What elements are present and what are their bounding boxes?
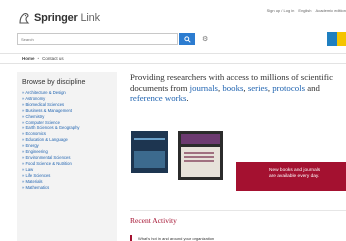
books-link[interactable]: books <box>222 83 243 93</box>
browse-sidebar: Browse by discipline » Architecture & De… <box>17 72 117 241</box>
banner-block-yellow <box>337 32 346 46</box>
search-input[interactable] <box>17 33 178 45</box>
sidebar-title: Browse by discipline <box>22 79 86 86</box>
language-link[interactable]: English <box>298 8 311 13</box>
breadcrumb: Home • Contact us <box>0 53 346 64</box>
springer-horse-icon <box>19 13 30 24</box>
new-content-promo[interactable]: New books and journals are available eve… <box>236 162 346 191</box>
gear-icon[interactable]: ⚙ <box>202 35 208 43</box>
cover-line <box>184 156 214 158</box>
main-content: Providing researchers with access to mil… <box>130 72 346 104</box>
search-button[interactable] <box>179 33 195 45</box>
series-link[interactable]: series <box>248 83 268 93</box>
tagline-period: . <box>186 93 189 103</box>
promo-line: are available every day. <box>269 174 320 179</box>
featured-book-cover[interactable] <box>131 131 168 173</box>
nav-home-link[interactable]: Home <box>22 56 35 61</box>
logo-brand: Springer <box>34 12 78 24</box>
top-links: Sign up / Log in English Academic editio… <box>267 8 346 13</box>
cover-image <box>134 151 165 168</box>
reference-works-link[interactable]: reference works <box>130 93 186 103</box>
recent-activity-section: Recent Activity What's hot in and around… <box>130 210 346 241</box>
recent-item-text: What's hot in and around your organizati… <box>138 236 215 241</box>
tagline: Providing researchers with access to mil… <box>130 72 346 104</box>
cover-decoration <box>134 138 165 140</box>
item-marker <box>130 235 132 241</box>
banner-block-blue <box>327 32 337 46</box>
cover-line <box>184 160 214 162</box>
springer-link-logo[interactable]: Springer Link <box>17 11 100 25</box>
nav-separator: • <box>37 56 40 61</box>
recent-activity-title: Recent Activity <box>130 216 177 225</box>
search-row: ⚙ <box>17 33 208 45</box>
signup-login-link[interactable]: Sign up / Log in <box>267 8 295 13</box>
academic-edition-link[interactable]: Academic edition <box>316 8 346 13</box>
protocols-link[interactable]: protocols <box>272 83 305 93</box>
discipline-link[interactable]: » Mathematics <box>22 185 117 191</box>
cover-line <box>184 152 214 154</box>
journals-link[interactable]: journals <box>190 83 218 93</box>
nav-contact-link[interactable]: Contact us <box>42 56 64 61</box>
cropped-banner-graphic <box>327 32 346 46</box>
discipline-list: » Architecture & Design » Astronomy » Bi… <box>17 86 117 190</box>
top-bar: Springer Link Sign up / Log in English A… <box>0 0 346 28</box>
logo-text: Springer Link <box>34 12 100 24</box>
tagline-and: and <box>305 82 320 93</box>
cover-header <box>181 134 220 144</box>
recent-activity-item[interactable]: What's hot in and around your organizati… <box>130 235 214 241</box>
search-icon <box>183 35 191 43</box>
logo-suffix: Link <box>80 12 101 24</box>
featured-book-cover[interactable] <box>178 131 223 180</box>
